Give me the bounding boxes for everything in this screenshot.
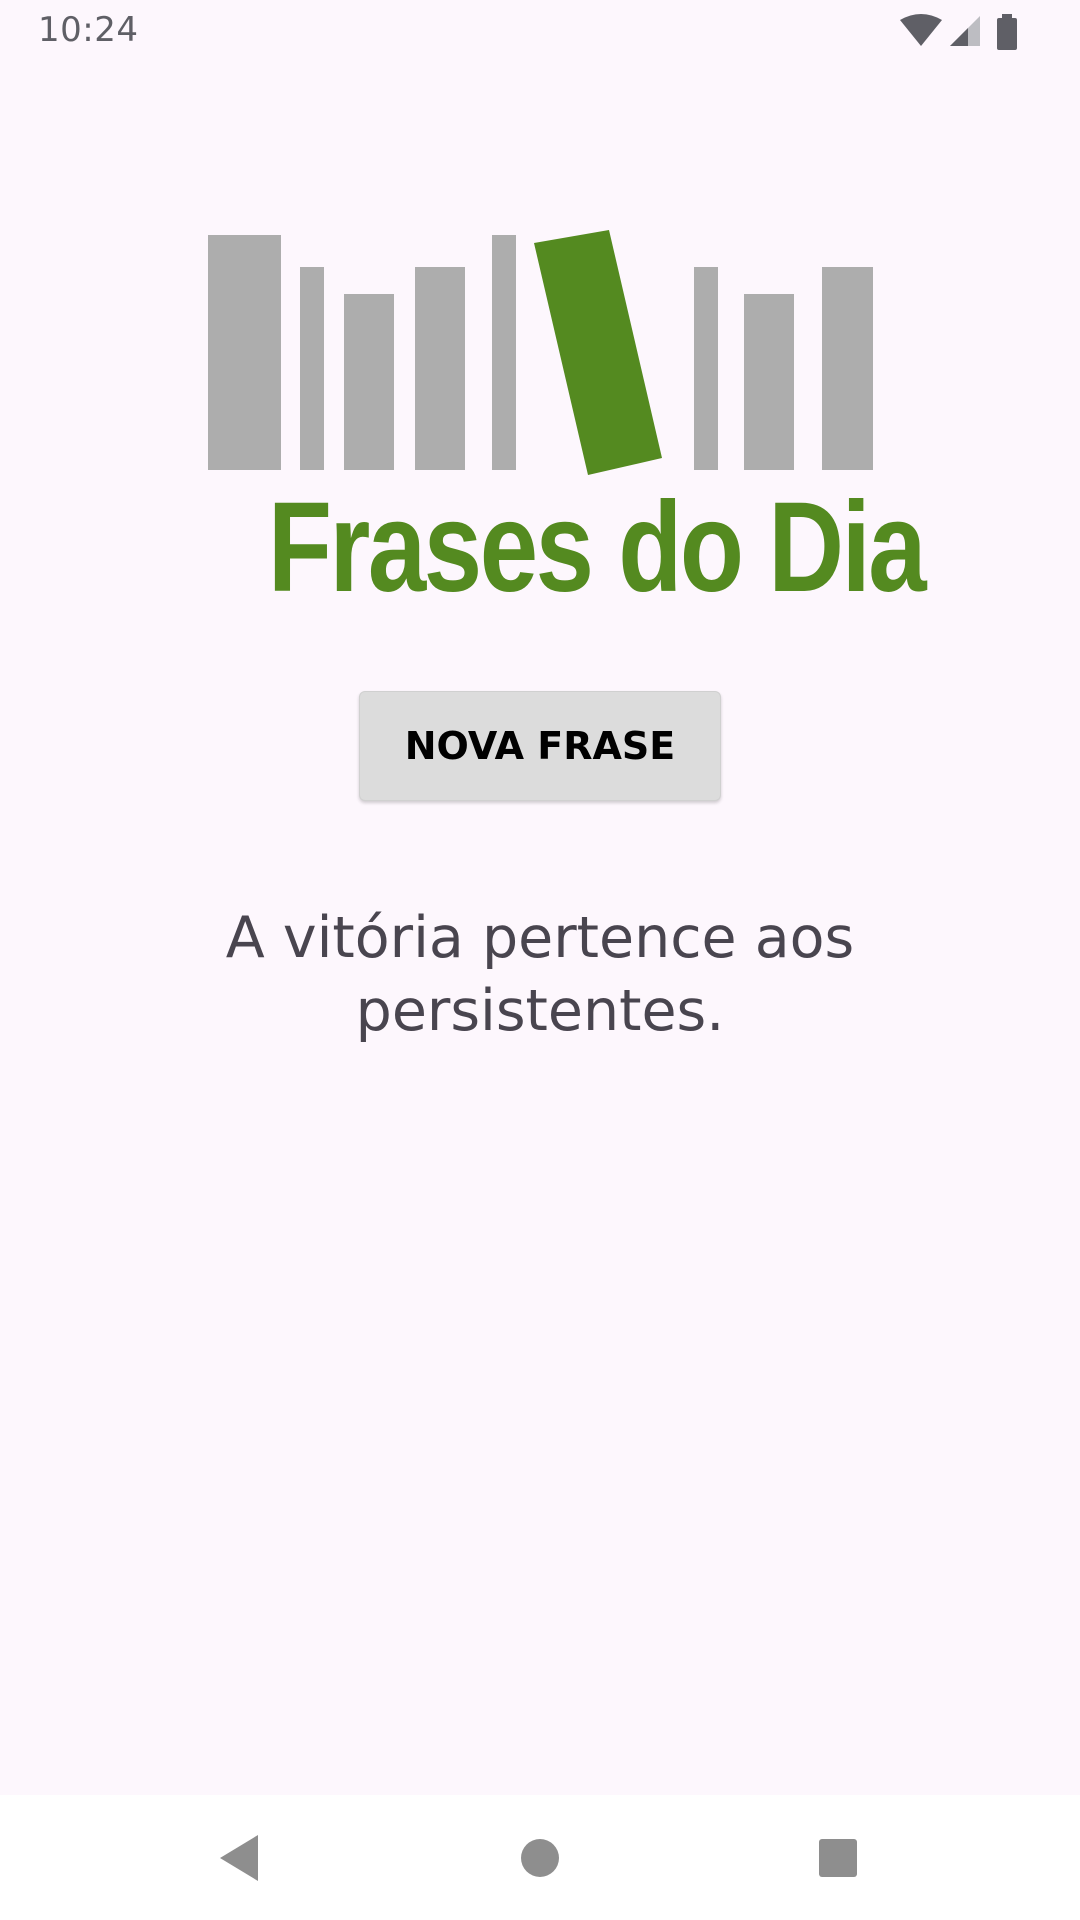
battery-icon [997, 14, 1017, 50]
app-logo: Frases do Dia [208, 230, 927, 619]
status-bar: 10:24 [0, 0, 1080, 66]
home-icon [521, 1838, 559, 1877]
cellular-signal-icon [950, 16, 980, 46]
home-button[interactable] [480, 1795, 600, 1920]
quote-text: A vitória pertence aos persistentes. [225, 905, 855, 1044]
back-icon [220, 1834, 258, 1881]
new-phrase-button[interactable]: NOVA FRASE [359, 691, 721, 801]
back-button[interactable] [180, 1795, 300, 1920]
logo-wordmark: Frases do Dia [267, 476, 927, 619]
books-graphic [208, 230, 873, 475]
recents-icon [819, 1838, 857, 1877]
navigation-bar [0, 1795, 1080, 1920]
status-time: 10:24 [38, 10, 139, 50]
wifi-icon [900, 14, 942, 46]
recents-button[interactable] [778, 1795, 898, 1920]
